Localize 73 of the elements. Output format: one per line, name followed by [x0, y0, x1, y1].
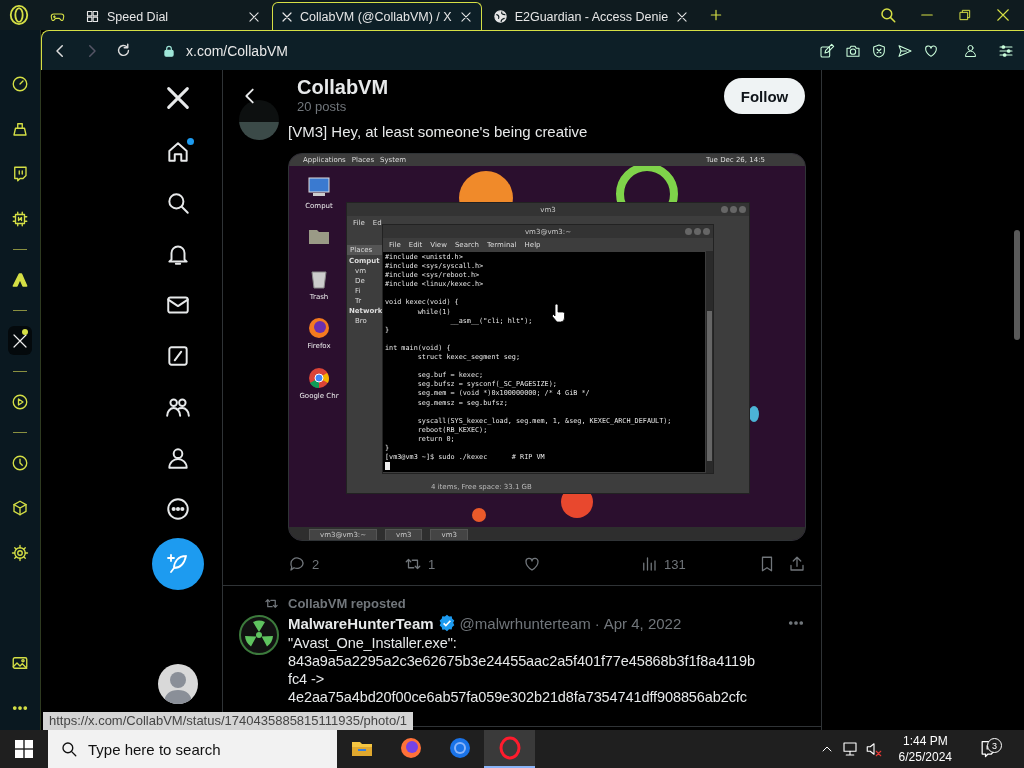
reply-button[interactable]: 2: [288, 555, 404, 573]
x-logo-icon: [281, 10, 293, 23]
link-preview-tooltip: https://x.com/CollabVM/status/1740435885815111935/photo/1: [43, 712, 413, 730]
follow-button[interactable]: Follow: [724, 78, 805, 114]
clock-date[interactable]: 6/25/2024: [898, 749, 952, 765]
send-icon[interactable]: [897, 42, 913, 59]
repost-label[interactable]: CollabVM reposted: [288, 595, 805, 611]
post-count: 20 posts: [297, 98, 348, 114]
lock-icon: [162, 43, 176, 58]
share-icon: [788, 555, 806, 573]
address-field[interactable]: x.com/CollabVM: [186, 42, 288, 59]
network-icon[interactable]: [840, 740, 859, 758]
search-icon[interactable]: [879, 6, 897, 24]
shield-icon[interactable]: [871, 42, 887, 59]
heart-icon: [523, 555, 541, 573]
heart-icon[interactable]: [923, 42, 939, 59]
globe-icon: [492, 9, 508, 24]
browser-icon: [398, 736, 423, 760]
close-tab-icon[interactable]: [675, 9, 690, 24]
pencil-icon[interactable]: [819, 42, 835, 59]
post-text: "Avast_One_Installer.exe": 843a9a5a2295a2c3e62675b3e24455aac2a5f401f77e45868b3f1f8a4119b fc4 -> 4e2aa75a4bd20f00ce6ab57fa059e302b21d8fa7354741dff908856ab2cfc: [288, 634, 756, 706]
settings-icon[interactable]: [11, 543, 29, 562]
separator: ·: [594, 614, 600, 632]
share-button[interactable]: [788, 555, 806, 573]
search-field[interactable]: Type here to search: [48, 730, 337, 768]
notification-count: 3: [987, 738, 1002, 753]
reply-icon: [288, 555, 306, 573]
sliders-icon[interactable]: [998, 42, 1014, 59]
views-button[interactable]: 131: [640, 555, 686, 573]
person-icon[interactable]: [963, 43, 978, 58]
start-button[interactable]: [15, 740, 33, 758]
clock-time[interactable]: 1:44 PM: [902, 733, 948, 749]
reload-icon[interactable]: [115, 42, 132, 59]
search-icon: [60, 740, 78, 758]
browser-tab[interactable]: E2Guardian - Access Denie: [483, 2, 699, 30]
chip-icon[interactable]: [11, 209, 29, 228]
speedometer-icon[interactable]: [11, 74, 29, 93]
firefox-icon[interactable]: [307, 316, 331, 340]
close-tab-icon[interactable]: [247, 9, 261, 24]
repost-button[interactable]: 1: [404, 555, 523, 573]
speech-box-icon[interactable]: [11, 164, 29, 183]
opera-logo-icon[interactable]: [8, 4, 30, 26]
close-tab-icon[interactable]: [458, 9, 473, 24]
play-icon[interactable]: [11, 392, 29, 411]
profile-name: CollabVM: [297, 74, 390, 99]
grid-icon: [85, 9, 100, 24]
volume-icon[interactable]: [864, 740, 883, 758]
browser-icon: [497, 736, 522, 760]
browser-tab[interactable]: Speed Dial: [76, 2, 270, 30]
feather-icon: [166, 552, 190, 576]
mouse-pointer-icon: [551, 304, 565, 322]
x-logo-icon[interactable]: [164, 84, 192, 112]
triangle-logo-icon[interactable]: [11, 270, 29, 289]
more-icon[interactable]: [165, 495, 191, 522]
radiation-avatar[interactable]: [239, 615, 279, 655]
taskbar-app[interactable]: [484, 730, 535, 768]
cube-icon[interactable]: [11, 498, 29, 517]
close-icon[interactable]: [994, 6, 1012, 24]
text-cursor: [385, 462, 390, 471]
compose-button[interactable]: [152, 538, 204, 590]
scrollbar[interactable]: [1014, 230, 1020, 340]
author-name[interactable]: MalwareHunterTeam: [288, 614, 434, 632]
post-text: [VM3] Hey, at least someone's being creative: [288, 122, 589, 142]
account-avatar[interactable]: [158, 664, 198, 704]
restore-icon[interactable]: [957, 7, 973, 23]
author-handle[interactable]: @malwrhunterteam: [459, 614, 591, 632]
post-date[interactable]: Apr 4, 2022: [603, 614, 682, 632]
views-icon: [640, 555, 658, 573]
browser-tab[interactable]: CollabVM (@CollabVM) / X: [272, 2, 482, 30]
chrome-icon[interactable]: [307, 366, 331, 390]
scrollbar[interactable]: [706, 251, 713, 473]
clock-icon[interactable]: [11, 453, 29, 472]
browser-icon: [447, 736, 472, 760]
